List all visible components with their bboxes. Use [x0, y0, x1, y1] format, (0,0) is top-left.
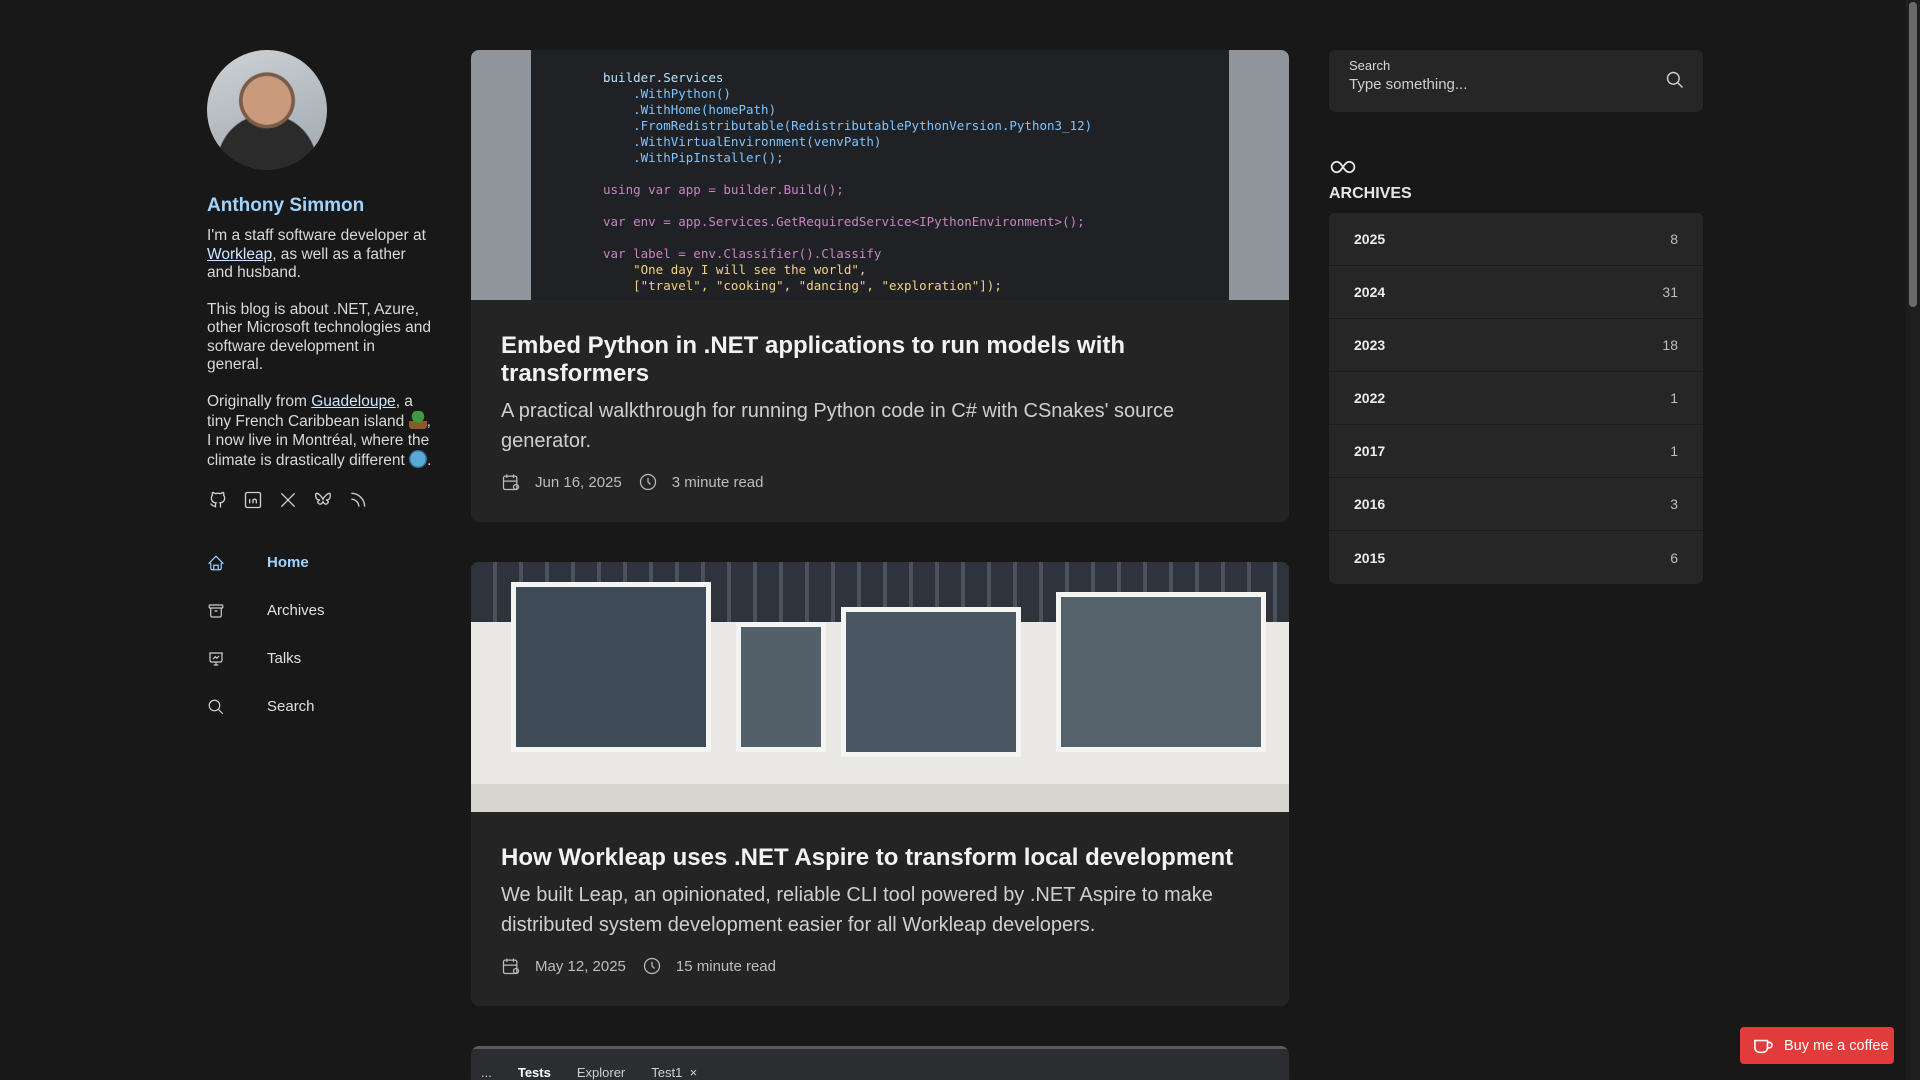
search-button[interactable]	[1665, 70, 1685, 95]
post-date: May 12, 2025	[535, 957, 626, 975]
bio-paragraph-2: This blog is about .NET, Azure, other Mi…	[207, 300, 432, 374]
post-read-time: 15 minute read	[675, 957, 776, 975]
author-bio: I'm a staff software developer at Workle…	[207, 227, 432, 471]
nav-item-search[interactable]: Search	[207, 683, 432, 731]
nav-label-talks: Talks	[267, 650, 302, 667]
archive-icon	[208, 603, 224, 618]
archives-header: ARCHIVES	[1329, 158, 1703, 203]
guadeloupe-link[interactable]: Guadeloupe	[311, 393, 395, 410]
archive-year-row[interactable]: 2017 1	[1329, 425, 1703, 478]
buy-me-a-coffee-button[interactable]: Buy me a coffee	[1740, 1027, 1894, 1064]
archives-title: ARCHIVES	[1329, 185, 1412, 202]
search-icon	[208, 699, 224, 714]
post-description: We built Leap, an opinionated, reliable …	[501, 884, 1213, 936]
cold-face-emoji-icon	[409, 450, 428, 468]
post-cover-image[interactable]: ... Tests Explorer Test1 ×	[471, 1046, 1289, 1080]
clock-icon	[639, 473, 656, 491]
coffee-label: Buy me a coffee	[1784, 1037, 1889, 1054]
presentation-icon	[209, 651, 223, 666]
search-widget: Search	[1329, 50, 1703, 112]
post-description: A practical walkthrough for running Pyth…	[501, 400, 1175, 452]
nav-label-archives: Archives	[267, 602, 325, 619]
social-links	[207, 489, 432, 511]
scrollbar-thumb[interactable]	[1909, 2, 1917, 307]
nav-item-home[interactable]: Home	[207, 539, 432, 587]
author-avatar	[207, 50, 327, 170]
search-icon	[1666, 71, 1684, 89]
bluesky-icon[interactable]	[312, 489, 334, 511]
main-nav: Home Archives Talks Search	[207, 539, 432, 731]
clock-icon	[643, 957, 661, 975]
page-scrollbar[interactable]	[1906, 0, 1920, 1080]
rss-icon[interactable]	[347, 489, 369, 511]
post-date: Jun 16, 2025	[535, 473, 622, 491]
bio-paragraph-1: I'm a staff software developer at Workle…	[207, 227, 426, 281]
post-card[interactable]: How Workleap uses .NET Aspire to transfo…	[471, 562, 1289, 1006]
post-feed: builder.Services .WithPython() .WithHome…	[471, 50, 1289, 1080]
calendar-icon	[502, 958, 520, 975]
search-input[interactable]	[1349, 76, 1639, 93]
archive-year-row[interactable]: 2016 3	[1329, 478, 1703, 531]
nav-label-search: Search	[267, 698, 315, 715]
archive-year-row[interactable]: 2025 8	[1329, 213, 1703, 266]
code-snippet: builder.Services .WithPython() .WithHome…	[531, 50, 1229, 300]
post-title[interactable]: Embed Python in .NET applications to run…	[501, 332, 1259, 388]
archives-list: 2025 8 2024 31 2023 18 2022 1 2017 1 2016 3 20…	[1329, 213, 1703, 584]
calendar-icon	[502, 474, 520, 491]
x-twitter-icon[interactable]	[277, 489, 299, 511]
search-label: Search	[1349, 58, 1391, 73]
linkedin-icon[interactable]	[242, 489, 264, 511]
nav-item-talks[interactable]: Talks	[207, 635, 432, 683]
bio-paragraph-3: Originally from Guadeloupe, a tiny Frenc…	[207, 392, 432, 470]
workleap-link[interactable]: Workleap	[207, 246, 272, 263]
infinity-icon	[1330, 160, 1356, 174]
post-cover-image[interactable]	[471, 562, 1289, 812]
post-card[interactable]: builder.Services .WithPython() .WithHome…	[471, 50, 1289, 522]
archive-year-row[interactable]: 2023 18	[1329, 319, 1703, 372]
archive-year-row[interactable]: 2015 6	[1329, 531, 1703, 584]
post-meta: May 12, 2025 15 minute read	[501, 956, 1259, 976]
author-name[interactable]: Anthony Simmon	[207, 195, 432, 217]
post-title[interactable]: How Workleap uses .NET Aspire to transfo…	[501, 844, 1259, 872]
home-icon	[207, 554, 225, 570]
nav-label-home: Home	[267, 554, 309, 571]
post-cover-image[interactable]: builder.Services .WithPython() .WithHome…	[471, 50, 1289, 300]
github-icon[interactable]	[207, 489, 229, 511]
nav-item-archives[interactable]: Archives	[207, 587, 432, 635]
post-meta: Jun 16, 2025 3 minute read	[501, 472, 1259, 492]
coffee-cup-icon	[1754, 1039, 1773, 1053]
post-read-time: 3 minute read	[671, 473, 764, 491]
archive-year-row[interactable]: 2022 1	[1329, 372, 1703, 425]
post-card[interactable]: ... Tests Explorer Test1 ×	[471, 1046, 1289, 1080]
archive-year-row[interactable]: 2024 31	[1329, 266, 1703, 319]
post-body: How Workleap uses .NET Aspire to transfo…	[471, 812, 1289, 1006]
author-sidebar: Anthony Simmon I'm a staff software deve…	[207, 50, 432, 731]
palm-tree-emoji-icon	[408, 411, 427, 429]
right-sidebar: Search ARCHIVES 20258 202431 202318 2022…	[1329, 50, 1703, 584]
post-body: Embed Python in .NET applications to run…	[471, 300, 1289, 522]
